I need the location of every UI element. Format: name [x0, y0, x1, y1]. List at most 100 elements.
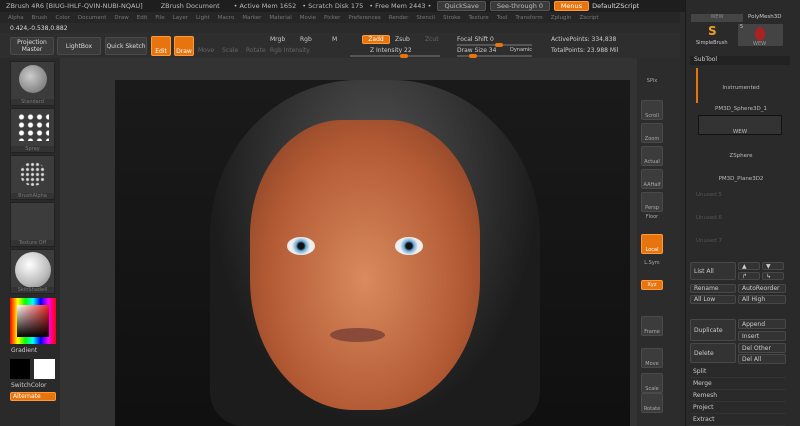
- menu-brush[interactable]: Brush: [32, 15, 48, 21]
- merge-section[interactable]: Merge: [690, 378, 786, 390]
- move-bottom-icon[interactable]: ↳: [762, 272, 784, 280]
- shelf-frame-button[interactable]: Frame: [641, 316, 663, 336]
- menus-button[interactable]: Menus: [553, 1, 590, 11]
- shelf-floor-button[interactable]: Floor: [641, 212, 663, 222]
- delete-button[interactable]: Delete: [690, 343, 736, 363]
- move-down-icon[interactable]: ▼: [762, 262, 784, 270]
- shelf-zoom-button[interactable]: Zoom: [641, 123, 663, 143]
- dynamic-button[interactable]: Dynamic: [510, 47, 532, 53]
- rgb-intensity-slider[interactable]: Rgb Intensity: [270, 47, 310, 54]
- zcut-button[interactable]: Zcut: [425, 36, 439, 43]
- menu-preferences[interactable]: Preferences: [348, 15, 380, 21]
- subtool-unused[interactable]: Unused 5: [696, 192, 786, 198]
- menu-texture[interactable]: Texture: [469, 15, 489, 21]
- menu-zscript[interactable]: Zscript: [579, 15, 598, 21]
- del-all-button[interactable]: Del All: [738, 354, 786, 364]
- menu-movie[interactable]: Movie: [300, 15, 316, 21]
- remesh-section[interactable]: Remesh: [690, 390, 786, 402]
- menu-file[interactable]: File: [155, 15, 164, 21]
- material-thumbnail[interactable]: SkinShade4: [10, 249, 55, 294]
- subtool-item[interactable]: ZSphere: [696, 153, 786, 159]
- shelf-scroll-button[interactable]: Scroll: [641, 100, 663, 120]
- shelf-local-button[interactable]: Local: [641, 234, 663, 254]
- rotate-button[interactable]: Rotate: [246, 47, 266, 54]
- tool-wew-tab[interactable]: WEW: [691, 14, 743, 22]
- mrgb-button[interactable]: Mrgb: [270, 36, 285, 43]
- subtool-item[interactable]: Instrumented: [696, 85, 786, 91]
- subtool-header[interactable]: SubTool: [690, 56, 790, 65]
- list-all-button[interactable]: List All: [690, 262, 736, 280]
- quick-sketch-button[interactable]: Quick Sketch: [105, 37, 147, 55]
- menu-layer[interactable]: Layer: [173, 15, 188, 21]
- all-low-button[interactable]: All Low: [690, 295, 736, 304]
- alternate-button[interactable]: Alternate: [10, 392, 56, 401]
- menu-marker[interactable]: Marker: [242, 15, 261, 21]
- lightbox-button[interactable]: LightBox: [57, 37, 101, 55]
- split-section[interactable]: Split: [690, 366, 786, 378]
- subtool-unused[interactable]: Unused 7: [696, 238, 786, 244]
- shelf-rotate-button[interactable]: Rotate: [641, 393, 663, 413]
- menu-draw[interactable]: Draw: [114, 15, 128, 21]
- menu-render[interactable]: Render: [389, 15, 409, 21]
- scale-button[interactable]: Scale: [222, 47, 238, 54]
- alpha-thumbnail[interactable]: BrushAlpha: [10, 155, 55, 200]
- subtool-item[interactable]: PM3D_Plane3D2: [696, 176, 786, 182]
- menu-zplugin[interactable]: Zplugin: [551, 15, 572, 21]
- insert-button[interactable]: Insert: [738, 331, 786, 341]
- tool-polymesh-label[interactable]: PolyMesh3D: [748, 14, 781, 20]
- shelf-persp-button[interactable]: Persp: [641, 192, 663, 212]
- menu-edit[interactable]: Edit: [137, 15, 148, 21]
- edit-button[interactable]: Edit: [151, 36, 171, 56]
- secondary-color-swatch[interactable]: [10, 359, 30, 379]
- subtool-item[interactable]: PM3D_Sphere3D_1: [696, 106, 786, 112]
- autoreorder-button[interactable]: AutoReorder: [738, 284, 786, 293]
- menu-color[interactable]: Color: [56, 15, 70, 21]
- all-high-button[interactable]: All High: [738, 295, 786, 304]
- menu-light[interactable]: Light: [196, 15, 210, 21]
- script-label[interactable]: DefaultZScript: [592, 2, 639, 10]
- project-section[interactable]: Project: [690, 402, 786, 414]
- shelf-lsym-button[interactable]: L.Sym: [641, 258, 663, 268]
- draw-button[interactable]: Draw: [174, 36, 194, 56]
- shelf-move-button[interactable]: Move: [641, 348, 663, 368]
- switch-color-button[interactable]: SwitchColor: [11, 382, 47, 389]
- primary-color-swatch[interactable]: [34, 359, 55, 379]
- shelf-actual-button[interactable]: Actual: [641, 146, 663, 166]
- shelf-spix-button[interactable]: SPix: [641, 76, 663, 86]
- subtool-unused[interactable]: Unused 6: [696, 215, 786, 221]
- menu-macro[interactable]: Macro: [218, 15, 235, 21]
- rename-button[interactable]: Rename: [690, 284, 736, 293]
- projection-master-button[interactable]: Projection Master: [10, 37, 54, 55]
- texture-thumbnail[interactable]: Texture Off: [10, 202, 55, 247]
- simplebrush-icon[interactable]: S: [708, 24, 717, 38]
- see-through-slider[interactable]: See-through 0: [489, 1, 550, 11]
- menu-stroke[interactable]: Stroke: [443, 15, 461, 21]
- zadd-button[interactable]: Zadd: [362, 35, 390, 44]
- menu-stencil[interactable]: Stencil: [416, 15, 435, 21]
- menu-material[interactable]: Material: [269, 15, 291, 21]
- rgb-button[interactable]: Rgb: [300, 36, 312, 43]
- append-button[interactable]: Append: [738, 319, 786, 329]
- shelf-xyz-button[interactable]: Xyz: [641, 280, 663, 290]
- shelf-scale-button[interactable]: Scale: [641, 373, 663, 393]
- z-intensity-slider[interactable]: Z Intensity 22: [370, 47, 412, 54]
- quicksave-button[interactable]: QuickSave: [437, 1, 486, 11]
- menu-picker[interactable]: Picker: [324, 15, 340, 21]
- del-other-button[interactable]: Del Other: [738, 343, 786, 353]
- move-up-icon[interactable]: ▲: [738, 262, 760, 270]
- move-button[interactable]: Move: [198, 47, 214, 54]
- menu-alpha[interactable]: Alpha: [8, 15, 24, 21]
- shelf-aahalf-button[interactable]: AAHalf: [641, 169, 663, 189]
- viewport-canvas[interactable]: [115, 80, 630, 426]
- draw-size-slider[interactable]: Draw Size 34: [457, 47, 496, 54]
- m-button[interactable]: M: [332, 36, 337, 43]
- focal-shift-slider[interactable]: Focal Shift 0: [457, 36, 494, 43]
- zsub-button[interactable]: Zsub: [395, 36, 410, 43]
- wew-thumbnail[interactable]: 5 WEW: [738, 24, 783, 47]
- color-picker[interactable]: [10, 298, 56, 344]
- gradient-label[interactable]: Gradient: [11, 347, 37, 354]
- brush-thumbnail[interactable]: Standard: [10, 61, 55, 106]
- menu-document[interactable]: Document: [78, 15, 107, 21]
- menu-transform[interactable]: Transform: [515, 15, 542, 21]
- move-top-icon[interactable]: ↱: [738, 272, 760, 280]
